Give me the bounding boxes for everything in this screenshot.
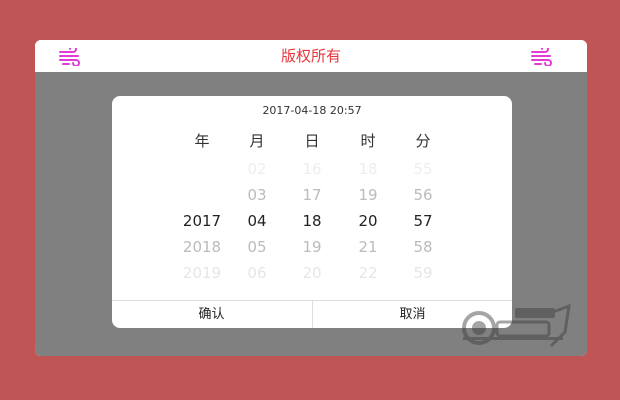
jquery-logo bbox=[462, 303, 571, 348]
minute-column-header: 分 bbox=[415, 132, 431, 150]
year-wheel[interactable]: 2017 2018 2019 bbox=[177, 156, 227, 286]
month-option[interactable]: 02 bbox=[232, 156, 282, 182]
hour-wheel[interactable]: 18 19 20 21 22 bbox=[343, 156, 393, 286]
selected-datetime: 2017-04-18 20:57 bbox=[262, 104, 362, 117]
datetime-picker: 2017-04-18 20:57 年 月 日 时 分 2017 2018 201… bbox=[112, 96, 512, 328]
wind-icon[interactable] bbox=[530, 48, 554, 66]
minute-option[interactable]: 55 bbox=[398, 156, 448, 182]
year-option[interactable] bbox=[177, 156, 227, 182]
year-option[interactable] bbox=[177, 182, 227, 208]
hour-column-header: 时 bbox=[360, 132, 376, 150]
hour-option[interactable]: 18 bbox=[343, 156, 393, 182]
minute-option[interactable]: 58 bbox=[398, 234, 448, 260]
confirm-button[interactable]: 确认 bbox=[112, 301, 311, 328]
hour-option-selected[interactable]: 20 bbox=[343, 208, 393, 234]
month-option[interactable]: 06 bbox=[232, 260, 282, 286]
year-option-selected[interactable]: 2017 bbox=[177, 208, 227, 234]
year-option[interactable]: 2019 bbox=[177, 260, 227, 286]
day-column-header: 日 bbox=[304, 132, 320, 150]
day-option-selected[interactable]: 18 bbox=[287, 208, 337, 234]
month-option[interactable]: 03 bbox=[232, 182, 282, 208]
month-wheel[interactable]: 02 03 04 05 06 bbox=[232, 156, 282, 286]
hour-option[interactable]: 19 bbox=[343, 182, 393, 208]
header-bar: 版权所有 bbox=[35, 40, 587, 72]
hour-option[interactable]: 22 bbox=[343, 260, 393, 286]
minute-wheel[interactable]: 55 56 57 58 59 bbox=[398, 156, 448, 286]
day-option[interactable]: 16 bbox=[287, 156, 337, 182]
month-column-header: 月 bbox=[249, 132, 265, 150]
day-option[interactable]: 17 bbox=[287, 182, 337, 208]
minute-option-selected[interactable]: 57 bbox=[398, 208, 448, 234]
day-option[interactable]: 20 bbox=[287, 260, 337, 286]
minute-option[interactable]: 59 bbox=[398, 260, 448, 286]
month-option[interactable]: 05 bbox=[232, 234, 282, 260]
page-title: 版权所有 bbox=[280, 47, 341, 65]
picker-button-bar: 确认 取消 bbox=[112, 300, 512, 328]
day-wheel[interactable]: 16 17 18 19 20 bbox=[287, 156, 337, 286]
hour-option[interactable]: 21 bbox=[343, 234, 393, 260]
minute-option[interactable]: 56 bbox=[398, 182, 448, 208]
day-option[interactable]: 19 bbox=[287, 234, 337, 260]
year-option[interactable]: 2018 bbox=[177, 234, 227, 260]
month-option-selected[interactable]: 04 bbox=[232, 208, 282, 234]
year-column-header: 年 bbox=[194, 132, 210, 150]
